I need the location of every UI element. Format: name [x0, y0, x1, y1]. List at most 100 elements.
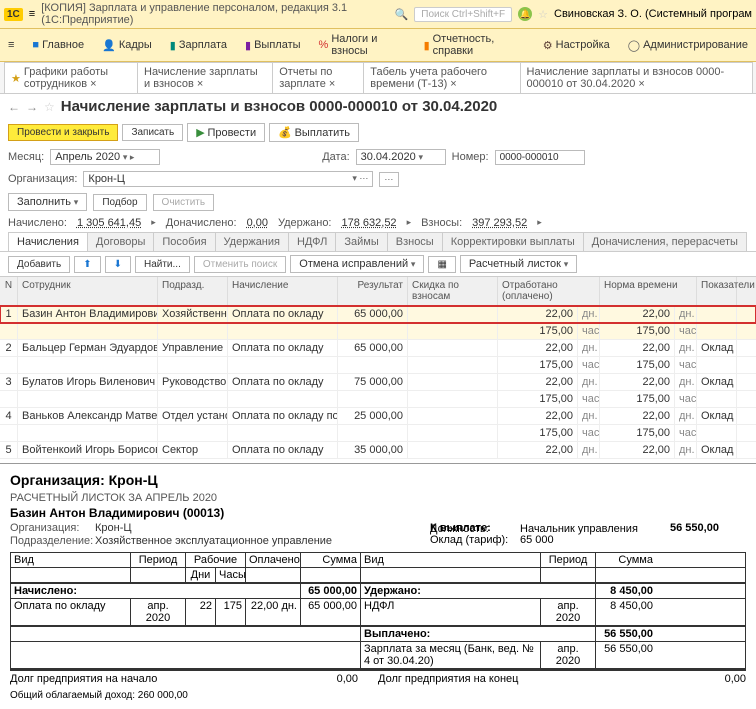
favorite-icon[interactable]: ☆: [44, 100, 55, 114]
tab-contracts[interactable]: Договоры: [87, 232, 154, 251]
star-icon[interactable]: ☆: [538, 8, 548, 21]
tab-schedules[interactable]: ★Графики работы сотрудников ×: [4, 62, 138, 93]
menu-admin[interactable]: ◯Администрирование: [624, 31, 752, 59]
doc-toolbar: Провести и закрыть Записать ▶ Провести 💰…: [0, 119, 756, 146]
org-input[interactable]: Крон-Ц ▾ ⋯: [83, 171, 373, 187]
col-accrual[interactable]: Начисление: [228, 277, 338, 305]
col-employee[interactable]: Сотрудник: [18, 277, 158, 305]
tab-corrections[interactable]: Корректировки выплаты: [442, 232, 584, 251]
menu-taxes[interactable]: %Налоги и взносы: [315, 31, 410, 59]
held-value[interactable]: 178 632,52: [342, 217, 397, 229]
payslip-employee: Базин Антон Владимирович (00013): [10, 506, 746, 520]
detail-tabs: Начисления Договоры Пособия Удержания НД…: [0, 232, 756, 252]
table-row[interactable]: 175,00час.175,00час.: [0, 357, 756, 374]
post-button[interactable]: ▶ Провести: [187, 123, 265, 142]
num-input[interactable]: 0000-000010: [495, 150, 585, 165]
table-row[interactable]: 5Войтенкоий Игорь БорисовичСекторОплата …: [0, 442, 756, 459]
date-input[interactable]: 30.04.2020 ▾: [356, 149, 446, 165]
tab-payroll-list[interactable]: Начисление зарплаты и взносов ×: [137, 62, 273, 93]
accrued-value[interactable]: 1 305 641,45: [77, 217, 141, 229]
table-row[interactable]: 3Булатов Игорь ВиленовичРуководствоОплат…: [0, 374, 756, 391]
pay-button[interactable]: 💰 Выплатить: [269, 123, 359, 142]
logo: 1C: [4, 8, 23, 21]
doacc-label: Доначислено:: [166, 217, 237, 229]
month-label: Месяц:: [8, 151, 44, 163]
down-button[interactable]: ⬇: [105, 256, 131, 273]
col-worked[interactable]: Отработано (оплачено): [498, 277, 600, 305]
menu-reports[interactable]: ▮Отчетность, справки: [420, 31, 529, 59]
payslip-button[interactable]: Расчетный листок ▾: [460, 255, 577, 273]
dept-input[interactable]: ⋯: [379, 172, 399, 187]
tab-timesheet[interactable]: Табель учета рабочего времени (Т-13) ×: [363, 62, 520, 93]
payslip-title: РАСЧЕТНЫЙ ЛИСТОК ЗА АПРЕЛЬ 2020: [10, 492, 746, 504]
up-button[interactable]: ⬆: [74, 256, 100, 273]
accrued-label: Начислено:: [8, 217, 67, 229]
payslip-panel: Организация: Крон-Ц РАСЧЕТНЫЙ ЛИСТОК ЗА …: [0, 463, 756, 709]
nav-back-icon[interactable]: ←: [8, 100, 20, 114]
col-ind[interactable]: Показатели: [697, 277, 737, 305]
find-button[interactable]: Найти...: [135, 256, 190, 273]
add-button[interactable]: Добавить: [8, 256, 70, 273]
tab-benefits[interactable]: Пособия: [153, 232, 215, 251]
held-label: Удержано:: [278, 217, 332, 229]
nav-fwd-icon[interactable]: →: [26, 100, 38, 114]
doc-title: Начисление зарплаты и взносов 0000-00001…: [61, 98, 498, 115]
user-label: Свиновская З. О. (Системный програм: [554, 8, 752, 20]
tab-accruals[interactable]: Начисления: [8, 232, 88, 251]
accruals-grid: N Сотрудник Подразд. Начисление Результа…: [0, 276, 756, 459]
table-row[interactable]: 175,00час.175,00час.: [0, 425, 756, 442]
menu-salary[interactable]: ▮Зарплата: [166, 31, 231, 59]
doc-header: ← → ☆ Начисление зарплаты и взносов 0000…: [0, 94, 756, 119]
tab-loans[interactable]: Займы: [335, 232, 387, 251]
col-dept[interactable]: Подразд.: [158, 277, 228, 305]
cancel-find-button[interactable]: Отменить поиск: [194, 256, 286, 273]
post-close-button[interactable]: Провести и закрыть: [8, 124, 118, 141]
document-tabs: ★Графики работы сотрудников × Начисление…: [0, 62, 756, 94]
date-label: Дата:: [322, 151, 349, 163]
tax-value[interactable]: 397 293,52: [472, 217, 527, 229]
payslip-table: Вид Период Рабочие Оплачено Сумма Вид Пе…: [10, 552, 746, 670]
window-title: [КОПИЯ] Зарплата и управление персоналом…: [41, 2, 388, 26]
table-row[interactable]: 1Базин Антон ВладимировичХозяйственное у…: [0, 306, 756, 323]
table-row[interactable]: 175,00час.175,00час.: [0, 323, 756, 340]
form-row-month: Месяц: Апрель 2020 ▾ ▸ Дата: 30.04.2020 …: [0, 146, 756, 168]
search-placeholder[interactable]: Поиск Ctrl+Shift+F: [414, 7, 512, 22]
totals-row: Начислено: 1 305 641,45 ▸ Доначислено: 0…: [0, 214, 756, 232]
tab-salary-reports[interactable]: Отчеты по зарплате ×: [272, 62, 364, 93]
save-button[interactable]: Записать: [122, 124, 183, 141]
tab-deductions[interactable]: Удержания: [215, 232, 289, 251]
menu-personnel[interactable]: 👤Кадры: [98, 31, 156, 59]
cancel-fix-button[interactable]: Отмена исправлений ▾: [290, 255, 424, 273]
menu-main[interactable]: ■Главное: [28, 31, 88, 59]
bell-icon[interactable]: 🔔: [518, 7, 532, 21]
search-icon[interactable]: 🔍: [395, 8, 409, 21]
main-menu: ≡ ■Главное 👤Кадры ▮Зарплата ▮Выплаты %На…: [0, 29, 756, 62]
month-input[interactable]: Апрель 2020 ▾ ▸: [50, 149, 160, 165]
col-n[interactable]: N: [0, 277, 18, 305]
select-button[interactable]: Подбор: [93, 194, 146, 211]
tab-ndfl[interactable]: НДФЛ: [288, 232, 336, 251]
menu-settings[interactable]: ⚙Настройка: [539, 31, 614, 59]
col-result[interactable]: Результат: [338, 277, 408, 305]
tab-recalc[interactable]: Доначисления, перерасчеты: [583, 232, 747, 251]
tax-label: Взносы:: [421, 217, 462, 229]
table-row[interactable]: 2Бальцер Герман ЭдуардовичУправление мар…: [0, 340, 756, 357]
tab-current-doc[interactable]: Начисление зарплаты и взносов 0000-00001…: [520, 62, 753, 93]
tab-contrib[interactable]: Взносы: [387, 232, 443, 251]
menu-hamburger[interactable]: ≡: [4, 31, 18, 59]
org-label: Организация:: [8, 173, 77, 185]
tax-base: Общий облагаемый доход: 260 000,00: [10, 690, 746, 701]
fill-button[interactable]: Заполнить ▾: [8, 193, 87, 211]
table-row[interactable]: 175,00час.175,00час.: [0, 391, 756, 408]
fill-toolbar: Заполнить ▾ Подбор Очистить: [0, 190, 756, 214]
payslip-org: Организация: Крон-Ц: [10, 472, 746, 488]
menu-payments[interactable]: ▮Выплаты: [241, 31, 305, 59]
grid-header: N Сотрудник Подразд. Начисление Результа…: [0, 277, 756, 306]
clear-button[interactable]: Очистить: [153, 194, 215, 211]
hamburger-icon[interactable]: ≡: [29, 8, 35, 20]
table-row[interactable]: 4Ваньков Александр МатвеевичОтдел устано…: [0, 408, 756, 425]
grid-icon-button[interactable]: ▦: [428, 256, 455, 273]
doacc-value: 0,00: [247, 217, 268, 229]
col-norm[interactable]: Норма времени: [600, 277, 697, 305]
col-discount[interactable]: Скидка по взносам: [408, 277, 498, 305]
